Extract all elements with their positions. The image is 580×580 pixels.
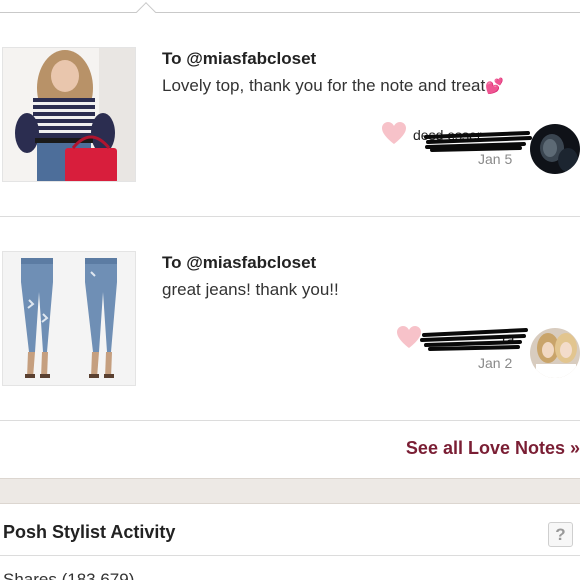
note-message-text: Lovely top, thank you for the note and t… bbox=[162, 76, 486, 95]
note-message: great jeans! thank you!! bbox=[162, 280, 339, 300]
help-button[interactable]: ? bbox=[548, 522, 573, 547]
redaction-scribble bbox=[424, 131, 532, 152]
section-divider bbox=[0, 555, 580, 556]
recipient[interactable]: To @miasfabcloset bbox=[162, 253, 316, 273]
shares-count[interactable]: Shares (183,679) bbox=[3, 570, 134, 580]
love-note: To @miasfabcloset great jeans! thank you… bbox=[0, 217, 580, 421]
two-hearts-icon: 💕 bbox=[485, 78, 504, 95]
section-title: Posh Stylist Activity bbox=[3, 522, 176, 542]
note-date: Jan 5 bbox=[478, 151, 513, 167]
listing-thumbnail[interactable] bbox=[2, 251, 136, 386]
love-note: To @miasfabcloset Lovely top, thank you … bbox=[0, 13, 580, 217]
heart-icon bbox=[382, 122, 406, 144]
note-message-text: great jeans! thank you!! bbox=[162, 280, 339, 299]
see-all-love-notes-link[interactable]: See all Love Notes » bbox=[406, 438, 580, 459]
note-date: Jan 2 bbox=[478, 355, 513, 371]
dark-avatar-photo-icon bbox=[530, 124, 580, 174]
note-message: Lovely top, thank you for the note and t… bbox=[162, 76, 504, 96]
recipient[interactable]: To @miasfabcloset bbox=[162, 49, 316, 69]
listing-thumbnail[interactable] bbox=[2, 47, 136, 182]
jeans-photo-icon bbox=[3, 252, 135, 385]
redaction-scribble bbox=[420, 328, 528, 351]
section-separator bbox=[0, 478, 580, 504]
note-divider bbox=[0, 420, 580, 421]
heart-icon bbox=[397, 326, 421, 348]
two-women-avatar-photo-icon bbox=[530, 328, 580, 378]
striped-top-photo-icon bbox=[3, 48, 135, 181]
sender-avatar[interactable] bbox=[530, 328, 580, 378]
sender-avatar[interactable] bbox=[530, 124, 580, 174]
